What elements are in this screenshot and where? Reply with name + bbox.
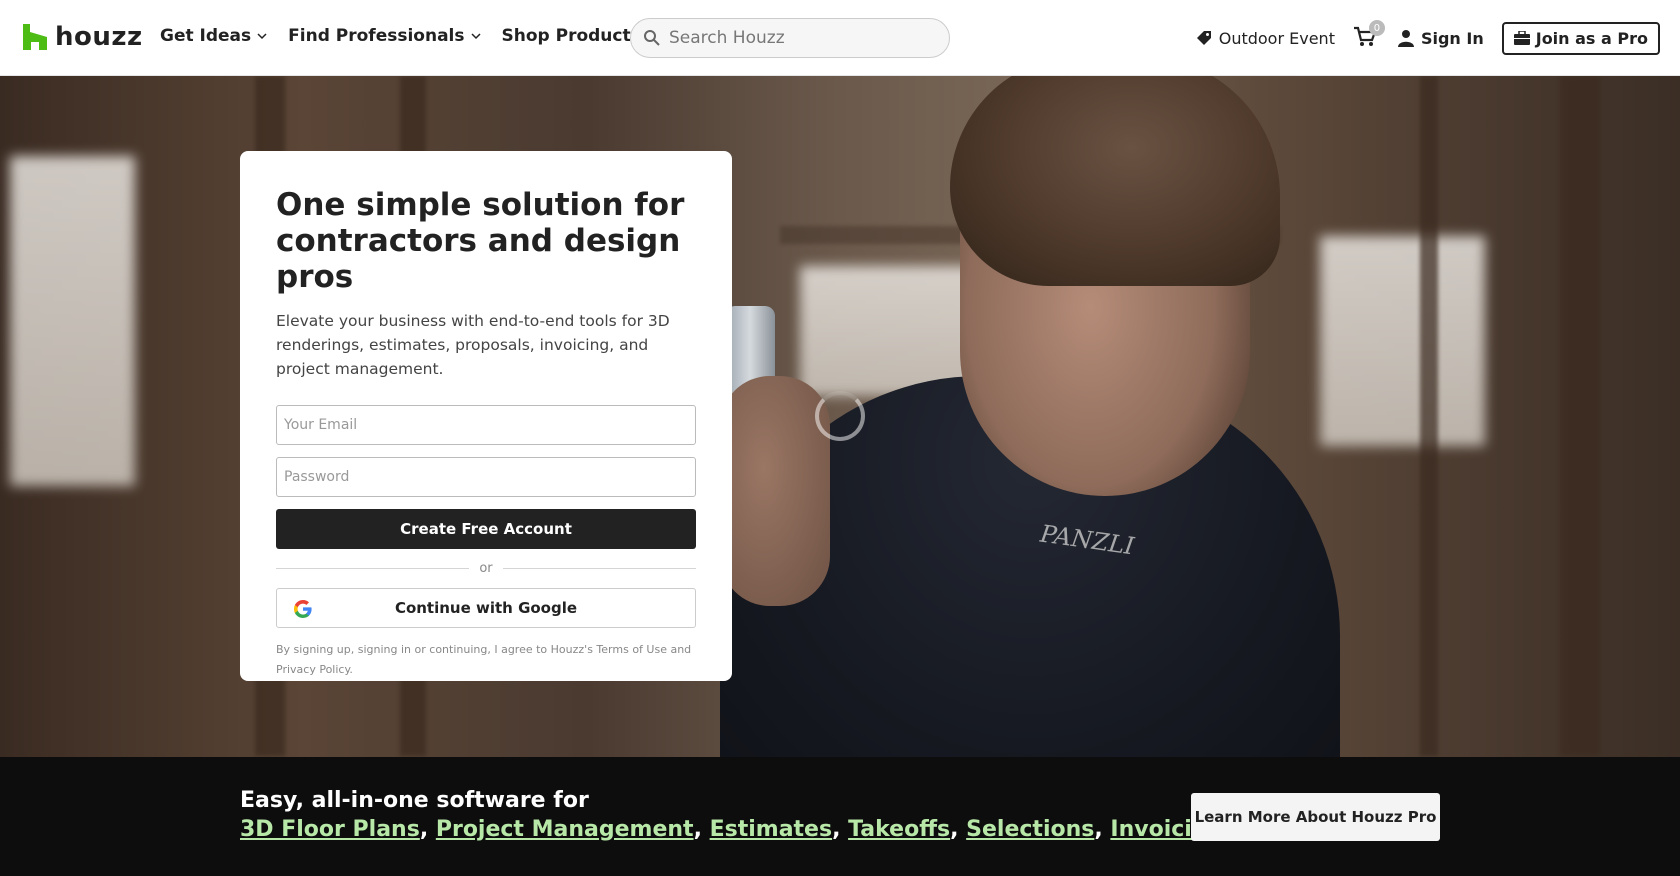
nav-get-ideas[interactable]: Get Ideas bbox=[160, 26, 268, 46]
sign-in-label: Sign In bbox=[1420, 28, 1484, 48]
link-project-management[interactable]: Project Management bbox=[436, 817, 694, 842]
link-separator: , bbox=[950, 817, 959, 842]
band-feature-links: 3D Floor Plans, Project Management, Esti… bbox=[240, 815, 1223, 845]
sign-in-link[interactable]: Sign In bbox=[1397, 29, 1484, 48]
window-light bbox=[1320, 236, 1485, 446]
user-icon bbox=[1397, 30, 1414, 47]
wall-stud bbox=[1560, 76, 1600, 756]
hand bbox=[720, 376, 830, 606]
nav-label: Find Professionals bbox=[288, 26, 465, 46]
chevron-down-icon bbox=[257, 33, 267, 40]
nav-label: Shop Products bbox=[501, 26, 641, 46]
divider-line bbox=[276, 568, 470, 569]
learn-more-houzz-pro-button[interactable]: Learn More About Houzz Pro bbox=[1191, 793, 1440, 841]
search-bar[interactable] bbox=[630, 18, 950, 58]
email-field[interactable] bbox=[276, 405, 696, 445]
google-button-label: Continue with Google bbox=[394, 599, 578, 617]
houzz-logo-icon bbox=[23, 24, 47, 50]
divider-line bbox=[502, 568, 696, 569]
create-free-account-button[interactable]: Create Free Account bbox=[276, 509, 696, 549]
main-nav: Get Ideas Find Professionals Shop Produc… bbox=[160, 26, 658, 46]
link-3d-floor-plans[interactable]: 3D Floor Plans bbox=[240, 817, 420, 842]
google-icon bbox=[294, 600, 312, 618]
link-separator: , bbox=[419, 817, 429, 842]
band-title: Easy, all-in-one software for bbox=[240, 788, 589, 813]
houzz-logo[interactable]: houzz bbox=[23, 22, 143, 52]
tag-icon bbox=[1196, 31, 1211, 45]
signup-description: Elevate your business with end-to-end to… bbox=[276, 312, 670, 378]
person-hair bbox=[950, 76, 1280, 286]
legal-text: By signing up, signing in or continuing,… bbox=[276, 643, 692, 676]
outdoor-event-label: Outdoor Event bbox=[1218, 28, 1335, 48]
divider-text: or bbox=[479, 561, 493, 576]
or-divider: or bbox=[276, 561, 696, 576]
logo-text: houzz bbox=[55, 22, 143, 52]
right-nav: Outdoor Event 0 Sign In Join as a Pro bbox=[1195, 20, 1660, 56]
link-separator: , bbox=[832, 817, 841, 842]
signup-card: One simple solution for contractors and … bbox=[240, 151, 732, 681]
outdoor-event-link[interactable]: Outdoor Event bbox=[1195, 29, 1335, 48]
nav-find-professionals[interactable]: Find Professionals bbox=[288, 26, 481, 46]
nav-label: Get Ideas bbox=[160, 26, 252, 46]
join-as-pro-label: Join as a Pro bbox=[1535, 28, 1648, 48]
link-estimates[interactable]: Estimates bbox=[710, 817, 832, 842]
pro-software-band: Easy, all-in-one software for 3D Floor P… bbox=[0, 757, 1680, 876]
top-header: houzz Get Ideas Find Professionals Shop … bbox=[0, 0, 1680, 76]
wall-stud bbox=[1420, 76, 1438, 756]
link-takeoffs[interactable]: Takeoffs bbox=[848, 817, 950, 842]
continue-with-google-button[interactable]: Continue with Google bbox=[276, 588, 696, 628]
search-icon bbox=[644, 30, 660, 46]
briefcase-icon bbox=[1513, 31, 1530, 45]
chevron-down-icon bbox=[470, 33, 481, 40]
link-separator: , bbox=[1094, 817, 1103, 842]
signup-title: One simple solution for contractors and … bbox=[276, 187, 685, 295]
cart-count-badge: 0 bbox=[1368, 20, 1385, 36]
loading-spinner-icon bbox=[815, 391, 865, 441]
window-light bbox=[10, 156, 135, 486]
password-field[interactable] bbox=[276, 457, 696, 497]
link-selections[interactable]: Selections bbox=[966, 817, 1094, 842]
band-text: Easy, all-in-one software for 3D Floor P… bbox=[240, 787, 1223, 845]
join-as-pro-button[interactable]: Join as a Pro bbox=[1501, 21, 1660, 55]
search-input[interactable] bbox=[669, 28, 929, 48]
link-separator: , bbox=[693, 817, 702, 842]
cart-button[interactable]: 0 bbox=[1353, 20, 1385, 50]
